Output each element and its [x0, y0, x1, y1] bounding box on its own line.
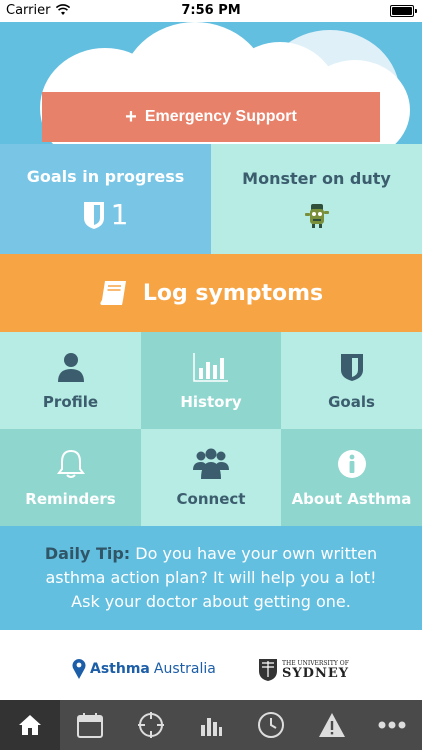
history-tile[interactable]: History: [141, 332, 281, 429]
goals-in-progress-title: Goals in progress: [26, 167, 185, 186]
target-icon: [137, 712, 164, 738]
about-asthma-label: About Asthma: [291, 489, 412, 508]
map-pin-icon: [72, 659, 86, 679]
home-icon: [19, 715, 42, 735]
about-asthma-tile[interactable]: About Asthma: [281, 429, 422, 526]
connect-label: Connect: [176, 489, 246, 508]
log-symptoms-label: Log symptoms: [142, 280, 324, 306]
sydney-logo-big: SYDNEY: [282, 665, 350, 681]
clock-icon: [258, 712, 285, 738]
tab-target[interactable]: [121, 700, 181, 750]
monster-on-duty-title: Monster on duty: [242, 168, 391, 188]
history-label: History: [180, 392, 242, 411]
tab-home[interactable]: [0, 700, 61, 750]
clock-time: 7:56 PM: [181, 3, 241, 18]
profile-label: Profile: [42, 392, 99, 411]
bar-chart-icon: [200, 718, 222, 736]
emergency-support-label: Emergency Support: [144, 108, 297, 125]
reminders-label: Reminders: [25, 489, 116, 508]
goals-in-progress-tile[interactable]: Goals in progress 1: [0, 144, 211, 254]
asthma-australia-logo: Asthma Australia: [72, 658, 216, 680]
more-icon: [378, 721, 406, 729]
warning-icon: [318, 713, 345, 737]
monster-on-duty-tile[interactable]: Monster on duty: [211, 144, 422, 254]
goals-label: Goals: [328, 392, 375, 411]
tab-warning[interactable]: [301, 700, 361, 750]
crest-icon: [259, 659, 277, 681]
calendar-icon: [77, 713, 104, 738]
bell-icon: [56, 449, 85, 478]
person-icon: [57, 352, 84, 382]
info-icon: [337, 449, 366, 478]
reminders-tile[interactable]: Reminders: [0, 429, 141, 526]
battery-icon: [390, 5, 417, 17]
partner-footer: Asthma Australia THE UNIVERSITY OF SYDNE…: [0, 630, 422, 702]
shield-icon: [340, 353, 363, 381]
connect-tile[interactable]: Connect: [141, 429, 281, 526]
university-of-sydney-logo: THE UNIVERSITY OF SYDNEY: [258, 658, 349, 682]
monster-icon: [304, 203, 329, 228]
tab-stats[interactable]: [181, 700, 241, 750]
tab-calendar[interactable]: [60, 700, 120, 750]
bar-chart-icon: [193, 352, 228, 382]
shield-icon: [83, 201, 104, 229]
emergency-support-button[interactable]: + Emergency Support: [42, 92, 380, 142]
book-icon: [100, 281, 126, 305]
log-symptoms-button[interactable]: Log symptoms: [0, 254, 422, 332]
daily-tip: Daily Tip: Do you have your own written …: [0, 526, 422, 638]
tab-more[interactable]: [362, 700, 422, 750]
tab-clock[interactable]: [241, 700, 301, 750]
goals-tile[interactable]: Goals: [281, 332, 422, 429]
asthma-logo-bold: Asthma: [90, 661, 150, 677]
goals-count: 1: [110, 198, 129, 231]
daily-tip-label: Daily Tip:: [44, 544, 131, 563]
tab-bar: [0, 700, 422, 750]
plus-icon: +: [125, 106, 137, 128]
profile-tile[interactable]: Profile: [0, 332, 141, 429]
status-bar: Carrier 7:56 PM: [0, 0, 422, 22]
group-icon: [193, 448, 229, 479]
asthma-logo-rest: Australia: [153, 661, 216, 677]
